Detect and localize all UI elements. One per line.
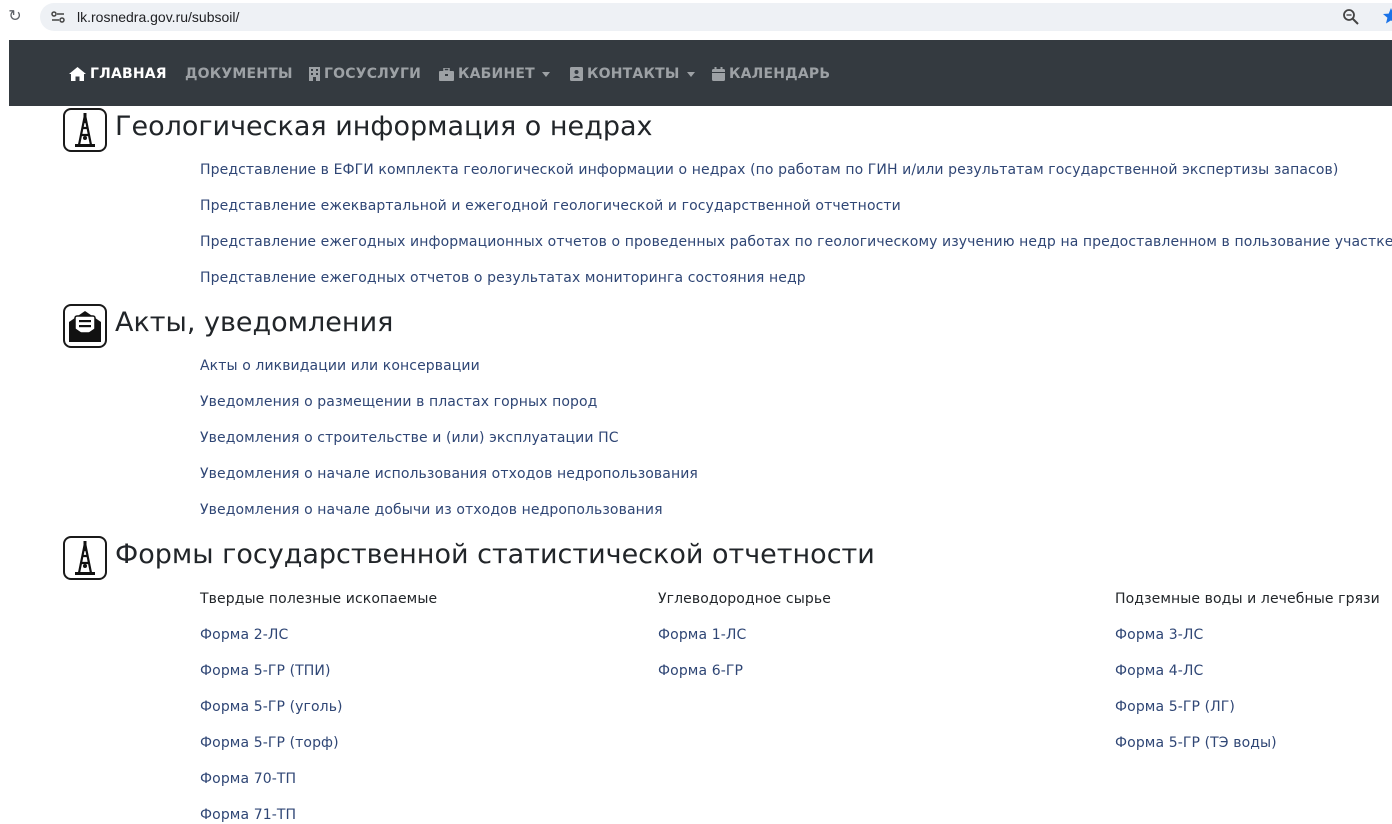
column-heading-hydrocarbons: Углеводородное сырье xyxy=(658,591,831,607)
link-form-5-gr-te-water[interactable]: Форма 5-ГР (ТЭ воды) xyxy=(1115,734,1277,752)
drilling-rig-icon xyxy=(63,108,107,152)
link-construction-notices[interactable]: Уведомления о строительстве и (или) эксп… xyxy=(200,429,619,447)
nav-item-contacts[interactable]: КОНТАКТЫ xyxy=(570,64,695,84)
section-title-stat-forms: Формы государственной статистической отч… xyxy=(115,539,875,570)
nav-label: ДОКУМЕНТЫ xyxy=(185,66,293,82)
calendar-icon xyxy=(712,67,725,81)
url-text[interactable]: lk.rosnedra.gov.ru/subsoil/ xyxy=(77,8,239,26)
link-liquidation-acts[interactable]: Акты о ликвидации или консервации xyxy=(200,357,480,375)
link-quarterly-reporting[interactable]: Представление ежеквартальной и ежегодной… xyxy=(200,197,901,215)
envelope-open-icon xyxy=(63,304,107,348)
building-icon xyxy=(309,67,320,81)
chevron-down-icon xyxy=(541,71,550,77)
link-placement-notices[interactable]: Уведомления о размещении в пластах горны… xyxy=(200,393,597,411)
main-navbar: ГЛАВНАЯ ДОКУМЕНТЫ ГОСУСЛУГИ КАБИНЕТ КОНТ… xyxy=(9,40,1392,106)
nav-item-cabinet[interactable]: КАБИНЕТ xyxy=(439,64,550,84)
site-settings-icon[interactable] xyxy=(50,9,66,25)
link-form-6-gr[interactable]: Форма 6-ГР xyxy=(658,662,743,680)
link-form-1-ls[interactable]: Форма 1-ЛС xyxy=(658,626,746,644)
zoom-icon[interactable] xyxy=(1342,8,1360,26)
link-form-3-ls[interactable]: Форма 3-ЛС xyxy=(1115,626,1203,644)
link-form-71-tp[interactable]: Форма 71-ТП xyxy=(200,806,296,824)
link-annual-info-reports[interactable]: Представление ежегодных информационных о… xyxy=(200,233,1392,251)
link-form-4-ls[interactable]: Форма 4-ЛС xyxy=(1115,662,1203,680)
link-form-5-gr-tpi[interactable]: Форма 5-ГР (ТПИ) xyxy=(200,662,331,680)
chevron-down-icon xyxy=(686,71,695,77)
section-title-geo-info: Геологическая информация о недрах xyxy=(115,111,653,142)
drilling-rig-icon xyxy=(63,536,107,580)
section-title-acts: Акты, уведомления xyxy=(115,307,394,338)
link-waste-use-notices[interactable]: Уведомления о начале использования отход… xyxy=(200,465,698,483)
link-monitoring-reports[interactable]: Представление ежегодных отчетов о резуль… xyxy=(200,269,806,287)
browser-toolbar: ↻ lk.rosnedra.gov.ru/subsoil/ xyxy=(0,0,1392,34)
home-icon xyxy=(69,67,86,81)
nav-item-documents[interactable]: ДОКУМЕНТЫ xyxy=(185,64,293,84)
link-form-70-tp[interactable]: Форма 70-ТП xyxy=(200,770,296,788)
link-form-5-gr-peat[interactable]: Форма 5-ГР (торф) xyxy=(200,734,339,752)
column-heading-solid-minerals: Твердые полезные ископаемые xyxy=(200,591,438,607)
nav-label: КАЛЕНДАРЬ xyxy=(729,66,831,82)
link-form-2-ls[interactable]: Форма 2-ЛС xyxy=(200,626,288,644)
bookmark-star-icon[interactable] xyxy=(1382,7,1392,25)
nav-label: КОНТАКТЫ xyxy=(587,66,680,82)
nav-label: КАБИНЕТ xyxy=(458,66,535,82)
contact-card-icon xyxy=(570,67,583,81)
nav-item-home[interactable]: ГЛАВНАЯ xyxy=(69,64,167,84)
column-heading-groundwater: Подземные воды и лечебные грязи xyxy=(1115,591,1380,607)
link-waste-mining-notices[interactable]: Уведомления о начале добычи из отходов н… xyxy=(200,501,663,519)
link-form-5-gr-lg[interactable]: Форма 5-ГР (ЛГ) xyxy=(1115,698,1235,716)
nav-item-gosuslugi[interactable]: ГОСУСЛУГИ xyxy=(309,64,421,84)
nav-label: ГЛАВНАЯ xyxy=(90,66,167,82)
nav-item-calendar[interactable]: КАЛЕНДАРЬ xyxy=(712,64,830,84)
address-bar[interactable]: lk.rosnedra.gov.ru/subsoil/ xyxy=(40,3,1392,31)
briefcase-icon xyxy=(439,67,454,81)
reload-icon[interactable]: ↻ xyxy=(6,7,24,25)
nav-label: ГОСУСЛУГИ xyxy=(324,66,422,82)
link-form-5-gr-coal[interactable]: Форма 5-ГР (уголь) xyxy=(200,698,343,716)
link-efgi-submission[interactable]: Представление в ЕФГИ комплекта геологиче… xyxy=(200,161,1338,179)
